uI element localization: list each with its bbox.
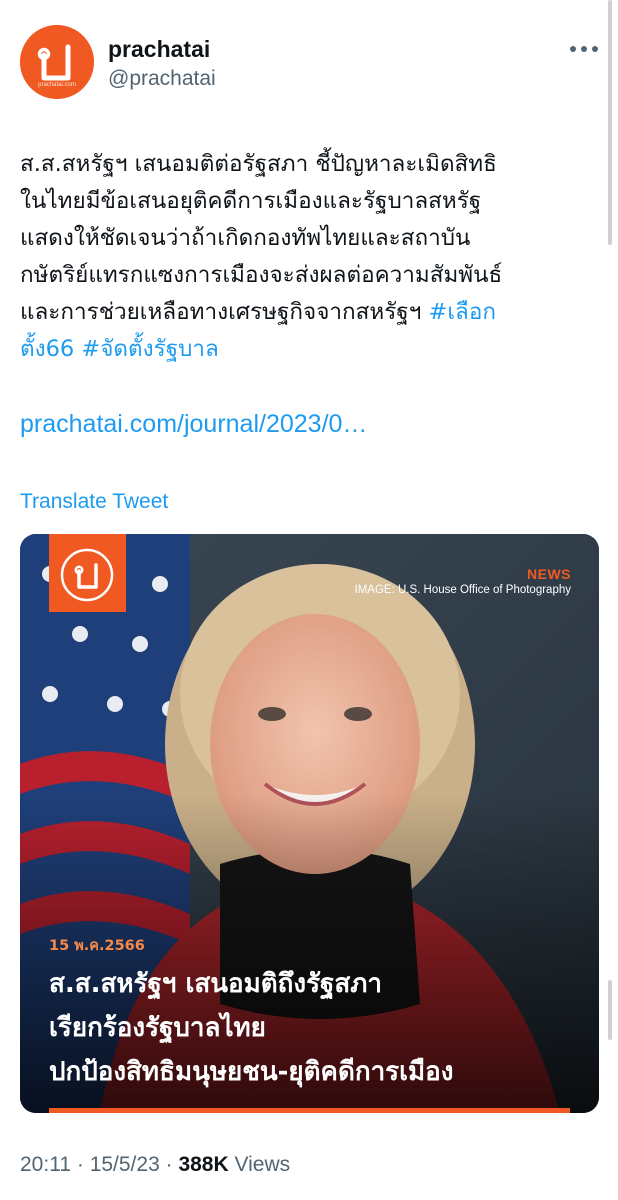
tweet-text: ส.ส.สหรัฐฯ เสนอมติต่อรัฐสภา ชี้ปัญหาละเม… (20, 146, 600, 368)
tweet-line: แสดงให้ชัดเจนว่าถ้าเกิดกองทัพไทยและสถาบั… (20, 225, 471, 251)
translate-tweet-link[interactable]: Translate Tweet (20, 490, 168, 514)
tweet-meta: 20:11 · 15/5/23 · 388K Views (20, 1153, 290, 1177)
headline-line: ปกป้องสิทธิมนุษยชน-ยุติคดีการเมือง (49, 1057, 454, 1087)
more-options-icon[interactable] (570, 44, 598, 54)
scrollbar-thumb[interactable] (608, 0, 612, 245)
headline-line: เรียกร้องรัฐบาลไทย (49, 1013, 266, 1043)
tweet-line: ส.ส.สหรัฐฯ เสนอมติต่อรัฐสภา ชี้ปัญหาละเม… (20, 151, 497, 177)
hashtag-form-government[interactable]: #จัดตั้งรัฐบาล (81, 336, 218, 362)
user-handle[interactable]: @prachatai (108, 67, 216, 91)
card-headline: ส.ส.สหรัฐฯ เสนอมติถึงรัฐสภา เรียกร้องรัฐ… (49, 962, 589, 1094)
hashtag-election66-part2[interactable]: ตั้ง66 (20, 336, 74, 362)
tweet-date[interactable]: 15/5/23 (90, 1153, 160, 1176)
avatar-site-text: prachatai.com (38, 82, 76, 88)
headline-line: ส.ส.สหรัฐฯ เสนอมติถึงรัฐสภา (49, 969, 382, 999)
tweet-line: กษัตริย์แทรกแซงการเมืองจะส่งผลต่อความสัม… (20, 262, 503, 288)
views-count: 388K (178, 1153, 229, 1176)
card-date: 15 พ.ค.2566 (49, 938, 145, 954)
image-credit: IMAGE: U.S. House Office of Photography (354, 584, 571, 596)
meta-separator: · (76, 1153, 84, 1176)
scrollbar-thumb-lower[interactable] (608, 980, 612, 1040)
tweet-time[interactable]: 20:11 (20, 1153, 71, 1176)
link-preview-card[interactable]: NEWS IMAGE: U.S. House Office of Photogr… (20, 534, 599, 1113)
card-accent-bar (49, 1108, 570, 1113)
views-label: Views (234, 1153, 291, 1176)
display-name[interactable]: prachatai (108, 36, 210, 63)
tweet-line: ตั้ง66 #จัดตั้งรัฐบาล (20, 331, 600, 368)
tweet-line-text: และการช่วยเหลือทางเศรษฐกิจจากสหรัฐฯ (20, 299, 429, 325)
news-tag: NEWS (527, 566, 571, 582)
card-logo-badge (49, 534, 126, 612)
tweet-line: ในไทยมีข้อเสนอยุติคดีการเมืองและรัฐบาลสห… (20, 188, 482, 214)
tweet-line: และการช่วยเหลือทางเศรษฐกิจจากสหรัฐฯ #เลื… (20, 294, 600, 331)
avatar[interactable]: prachatai.com (20, 25, 94, 99)
prachatai-logo-icon (60, 548, 114, 602)
meta-separator: · (165, 1153, 173, 1176)
article-link[interactable]: prachatai.com/journal/2023/0… (20, 410, 367, 439)
hashtag-election66-part1[interactable]: #เลือก (428, 299, 495, 325)
